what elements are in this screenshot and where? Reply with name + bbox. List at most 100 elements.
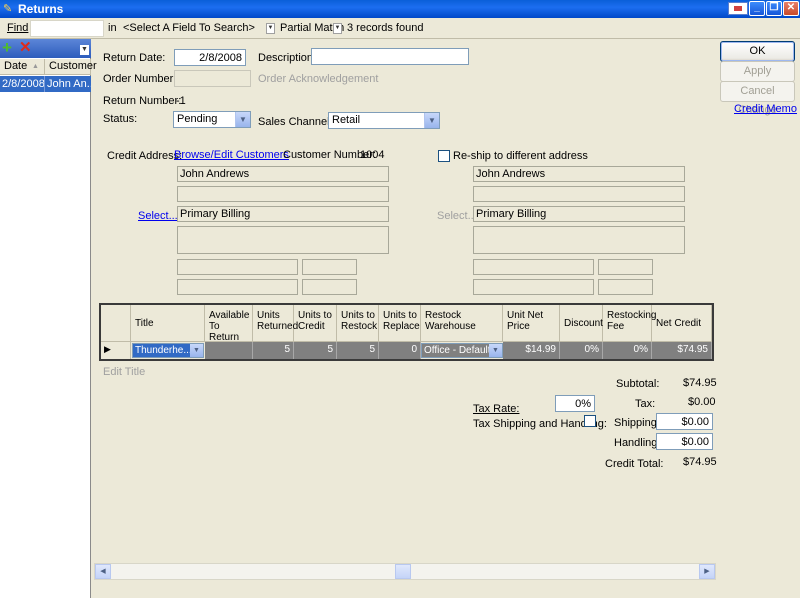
sort-asc-icon: ▲ xyxy=(32,63,39,70)
return-date-label: Return Date: xyxy=(103,52,166,64)
to-replace-cell[interactable]: 0 xyxy=(379,342,421,359)
reship-address-zip xyxy=(473,279,594,295)
return-date-input[interactable] xyxy=(174,49,246,66)
reship-select-link: Select... xyxy=(437,210,477,222)
handling-label: Handling: xyxy=(614,437,661,449)
credit-address-zip[interactable] xyxy=(177,279,298,295)
add-icon[interactable]: + xyxy=(2,39,16,56)
chevron-down-icon: ▼ xyxy=(190,344,203,357)
unit-net-cell[interactable]: $14.99 xyxy=(503,342,560,359)
tax-sh-checkbox[interactable] xyxy=(584,415,596,427)
return-number-value: -1 xyxy=(176,95,186,107)
warehouse-cell-select[interactable]: Office - Default ▼ xyxy=(421,343,503,358)
find-input[interactable] xyxy=(30,20,104,37)
warehouse-cell-value: Office - Default xyxy=(424,345,491,356)
handling-input[interactable] xyxy=(656,433,713,450)
tax-value: $0.00 xyxy=(688,396,716,408)
credit-memo-link[interactable]: Credit Memo xyxy=(734,103,797,115)
column-header-to-replace[interactable]: Units to Replace xyxy=(379,305,421,341)
tax-rate-input[interactable] xyxy=(555,395,595,412)
delete-icon[interactable]: ✕ xyxy=(19,40,33,55)
discount-cell[interactable]: 0% xyxy=(560,342,603,359)
edit-title-link: Edit Title xyxy=(103,366,146,378)
search-field-select[interactable]: <Select A Field To Search> ▼ xyxy=(120,20,275,37)
in-label: in xyxy=(108,22,117,34)
returned-cell[interactable]: 5 xyxy=(253,342,294,359)
current-row-icon: ▶ xyxy=(104,344,111,354)
reship-address-state xyxy=(598,259,653,275)
credit-address-state[interactable] xyxy=(302,259,357,275)
credit-address-country[interactable] xyxy=(302,279,357,295)
title-cell-select[interactable]: Thunderhe... ▼ xyxy=(132,343,204,358)
flag-icon[interactable] xyxy=(728,2,748,15)
browse-customers-link[interactable]: Browse/Edit Customers xyxy=(174,149,289,161)
records-found: 3 records found xyxy=(347,22,424,34)
window-title: Returns xyxy=(18,2,64,16)
scroll-right-icon[interactable]: ▶ xyxy=(699,564,715,579)
close-button[interactable]: ✕ xyxy=(783,1,799,16)
column-header-date[interactable]: Date ▲ xyxy=(0,59,45,75)
column-header-customer[interactable]: Customer xyxy=(45,59,97,75)
credit-address-label: Credit Address: xyxy=(107,150,183,162)
shipping-input[interactable] xyxy=(656,413,713,430)
scroll-thumb[interactable] xyxy=(395,564,411,579)
column-header-to-credit[interactable]: Units to Credit xyxy=(294,305,337,341)
minimize-button[interactable]: _ xyxy=(749,1,765,16)
app-icon: ✎ xyxy=(3,3,13,15)
chevron-down-icon: ▼ xyxy=(333,23,342,34)
column-header-net-credit[interactable]: Net Credit xyxy=(652,305,712,341)
ok-button[interactable]: OK xyxy=(720,41,795,62)
match-type-select[interactable]: Partial Match ▼ xyxy=(277,20,344,37)
column-header-discount[interactable]: Discount xyxy=(560,305,603,341)
credit-address-select-link[interactable]: Select... xyxy=(138,210,178,222)
subtotal-label: Subtotal: xyxy=(616,378,660,390)
credit-total-label: Credit Total: xyxy=(605,458,664,470)
subtotal-value: $74.95 xyxy=(683,377,717,389)
chevron-down-icon: ▼ xyxy=(489,344,502,357)
return-items-grid: Title Available To Return Units Returned… xyxy=(99,303,714,361)
apply-changes-button[interactable]: Apply Changes xyxy=(720,61,795,96)
restore-button[interactable]: ❐ xyxy=(766,1,782,16)
row-header-column xyxy=(101,305,131,341)
column-header-warehouse[interactable]: Restock Warehouse xyxy=(421,305,503,341)
description-input[interactable] xyxy=(311,48,469,65)
credit-address-line2[interactable] xyxy=(177,186,389,202)
reship-address-type: Primary Billing xyxy=(473,206,685,222)
column-header-title[interactable]: Title xyxy=(131,305,205,341)
column-header-label: Date xyxy=(4,60,28,72)
credit-address-type[interactable]: Primary Billing xyxy=(177,206,389,222)
return-number-label: Return Number: xyxy=(103,95,182,107)
to-restock-cell[interactable]: 5 xyxy=(337,342,379,359)
list-item-date: 2/8/2008 xyxy=(2,78,45,90)
row-selector[interactable]: ▶ xyxy=(101,342,131,359)
reship-checkbox[interactable] xyxy=(438,150,450,162)
reship-address-name: John Andrews xyxy=(473,166,685,182)
list-item-customer: John An... xyxy=(47,78,91,90)
column-header-unit-net[interactable]: Unit Net Price xyxy=(503,305,560,341)
column-header-restock-fee[interactable]: Restocking Fee xyxy=(603,305,656,341)
order-number-input xyxy=(174,70,251,87)
cancel-change-button[interactable]: Cancel Change xyxy=(720,81,795,116)
restock-fee-cell[interactable]: 0% xyxy=(603,342,652,359)
chevron-down-icon[interactable]: ▼ xyxy=(80,45,89,55)
title-cell-value: Thunderhe... xyxy=(135,345,192,356)
to-credit-cell[interactable]: 5 xyxy=(294,342,337,359)
list-item[interactable]: John An... xyxy=(45,76,91,92)
find-label: Find xyxy=(7,22,29,34)
column-header-label: Customer xyxy=(49,60,97,72)
column-header-available[interactable]: Available To Return xyxy=(205,305,253,343)
credit-address-city[interactable] xyxy=(177,259,298,275)
scroll-left-icon[interactable]: ◀ xyxy=(95,564,111,579)
list-toolbar: + ✕ ▼ xyxy=(0,39,91,58)
list-item[interactable]: 2/8/2008 xyxy=(0,76,45,92)
credit-address-name[interactable]: John Andrews xyxy=(177,166,389,182)
status-select[interactable]: Pending ▼ xyxy=(173,111,251,128)
sales-channel-select[interactable]: Retail ▼ xyxy=(328,112,440,129)
order-number-label: Order Number: xyxy=(103,73,177,85)
column-header-to-restock[interactable]: Units to Restock xyxy=(337,305,379,341)
tax-label: Tax: xyxy=(635,398,656,410)
reship-address-street xyxy=(473,226,685,254)
column-header-returned[interactable]: Units Returned xyxy=(253,305,298,341)
horizontal-scrollbar[interactable]: ◀ ▶ xyxy=(94,563,716,580)
credit-address-street[interactable] xyxy=(177,226,389,254)
